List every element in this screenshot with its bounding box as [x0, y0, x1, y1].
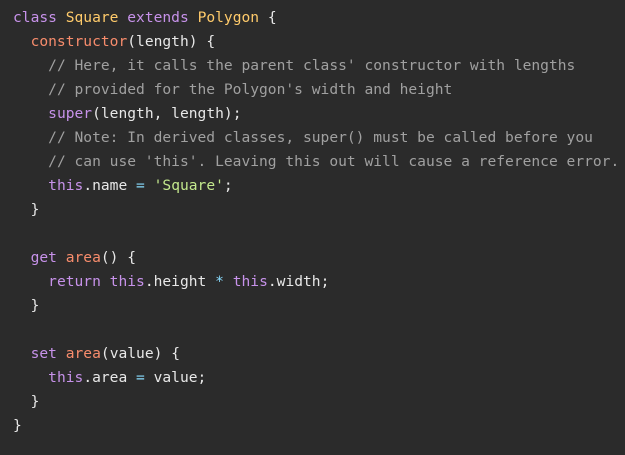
code-token-fn: constructor: [30, 33, 128, 50]
code-token-plain: .name: [83, 177, 137, 194]
code-token-punct: ) {: [188, 33, 216, 50]
code-token-kw: return: [48, 273, 101, 290]
code-token-op: =: [136, 369, 145, 386]
code-line[interactable]: // Note: In derived classes, super() mus…: [13, 126, 625, 150]
code-token-plain: .height: [144, 273, 216, 290]
code-token-punct: () {: [100, 249, 137, 266]
code-token-fn: area: [65, 345, 101, 362]
code-token-thiskw: this: [48, 369, 84, 386]
code-line[interactable]: super(length, length);: [13, 102, 625, 126]
code-token-comment: // can use 'this'. Leaving this out will…: [48, 153, 620, 170]
code-token-punct: }: [30, 393, 40, 410]
code-token-param: value: [109, 345, 154, 362]
code-line[interactable]: }: [13, 390, 625, 414]
code-token-cls: Square: [65, 9, 119, 26]
code-token-punct: (: [127, 33, 137, 50]
code-token-plain: .area: [83, 369, 137, 386]
code-token-punct: ;: [197, 369, 207, 386]
code-token-thiskw: this: [48, 177, 84, 194]
code-line[interactable]: }: [13, 414, 625, 438]
code-line[interactable]: [13, 222, 625, 246]
code-token-comment: // provided for the Polygon's width and …: [48, 81, 453, 98]
code-token-punct: ) {: [153, 345, 180, 362]
code-token-fn: area: [65, 249, 101, 266]
code-token-thiskw: this: [109, 273, 145, 290]
code-token-comment: // Note: In derived classes, super() mus…: [48, 129, 593, 146]
code-token-param: length: [136, 33, 189, 50]
code-line[interactable]: constructor(length) {: [13, 30, 625, 54]
code-token-punct: (: [92, 105, 101, 122]
code-line[interactable]: // provided for the Polygon's width and …: [13, 78, 625, 102]
code-token-plain: .width: [267, 273, 321, 290]
code-line[interactable]: this.name = 'Square';: [13, 174, 625, 198]
code-line[interactable]: return this.height * this.width;: [13, 270, 625, 294]
code-token-kw: set: [30, 345, 57, 362]
code-line[interactable]: }: [13, 294, 625, 318]
code-token-cls: Polygon: [197, 9, 260, 26]
code-token-punct: ;: [320, 273, 330, 290]
code-line[interactable]: get area() {: [13, 246, 625, 270]
code-token-plain: length, length: [100, 105, 224, 122]
code-token-comment: // Here, it calls the parent class' cons…: [48, 57, 576, 74]
code-line[interactable]: [13, 318, 625, 342]
code-line[interactable]: set area(value) {: [13, 342, 625, 366]
code-line[interactable]: // Here, it calls the parent class' cons…: [13, 54, 625, 78]
code-token-punct: {: [259, 9, 277, 26]
code-token-punct: (: [100, 345, 110, 362]
code-line[interactable]: class Square extends Polygon {: [13, 6, 625, 30]
code-token-punct: }: [30, 201, 40, 218]
code-token-kw: get: [30, 249, 57, 266]
code-token-thiskw: super: [48, 105, 93, 122]
code-line[interactable]: this.area = value;: [13, 366, 625, 390]
code-token-op: =: [136, 177, 145, 194]
code-token-op: *: [215, 273, 224, 290]
code-token-str: 'Square': [153, 177, 224, 194]
code-token-punct: ;: [223, 177, 233, 194]
code-line[interactable]: }: [13, 198, 625, 222]
code-token-punct: }: [13, 417, 22, 434]
code-token-punct: );: [223, 105, 242, 122]
code-editor[interactable]: class Square extends Polygon { construct…: [0, 0, 625, 455]
code-token-kw: class: [13, 9, 57, 26]
code-line[interactable]: // can use 'this'. Leaving this out will…: [13, 150, 625, 174]
code-token-thiskw: this: [232, 273, 268, 290]
code-token-punct: }: [30, 297, 40, 314]
code-token-kw: extends: [127, 9, 189, 26]
code-token-plain: value: [144, 369, 198, 386]
